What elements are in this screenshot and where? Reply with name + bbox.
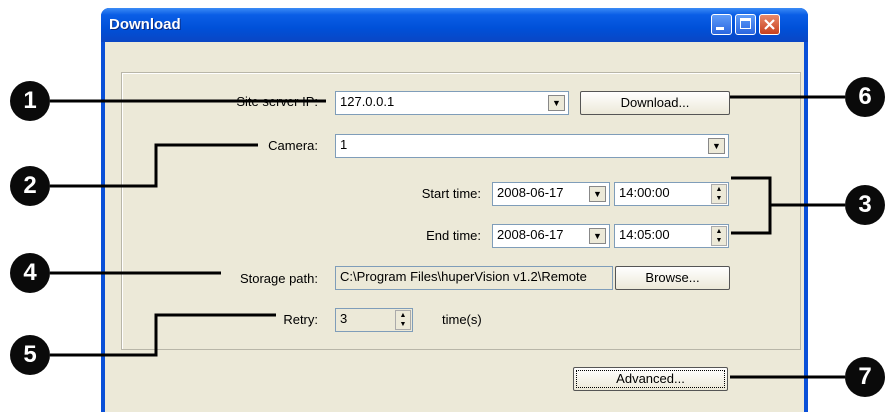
callout-badge-5: 5 [10,335,50,375]
callout-line-5 [50,313,276,357]
callout-badge-4: 4 [10,253,50,293]
callout-badge-7: 7 [845,357,885,397]
callout-line-3 [731,176,772,235]
callout-line-2 [50,143,258,188]
callout-badge-6: 6 [845,77,885,117]
callout-lines [50,95,845,379]
callout-badge-1: 1 [10,81,50,121]
callout-badge-2: 2 [10,166,50,206]
callout-badge-3: 3 [845,185,885,225]
